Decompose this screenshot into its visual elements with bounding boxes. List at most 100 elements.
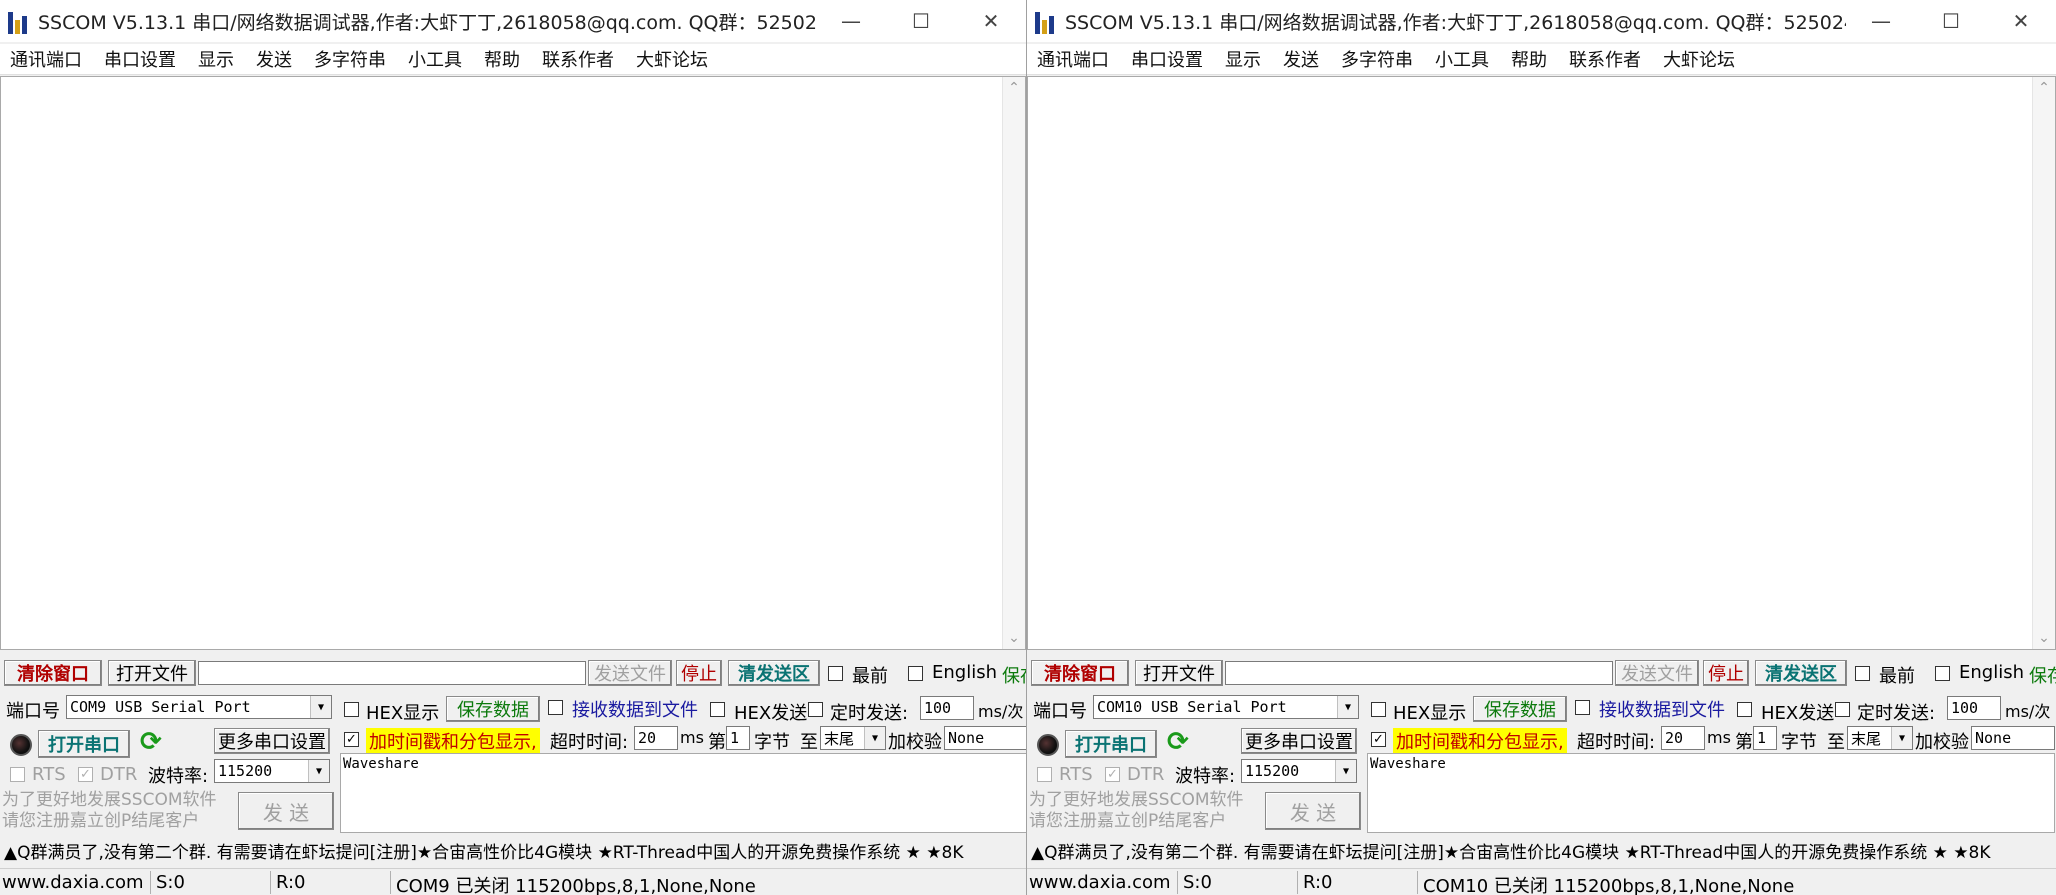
to-select[interactable]: 末尾 ▼: [1847, 726, 1913, 750]
save-config-label[interactable]: 保存: [2029, 662, 2056, 688]
minimize-button[interactable]: —: [1846, 0, 1916, 42]
rts-checkbox[interactable]: [10, 767, 25, 782]
byte-from-input[interactable]: 1: [1753, 726, 1777, 750]
hex-send-checkbox[interactable]: [710, 702, 725, 717]
timeout-input[interactable]: 20: [1661, 726, 1705, 750]
menu-item-forum[interactable]: 大虾论坛: [636, 46, 708, 72]
save-data-button[interactable]: 保存数据: [446, 696, 540, 722]
chevron-down-icon[interactable]: ▼: [1891, 727, 1912, 749]
menu-item-send[interactable]: 发送: [1283, 46, 1319, 72]
send-file-button[interactable]: 发送文件: [588, 660, 672, 686]
menu-item-multi-string[interactable]: 多字符串: [1341, 46, 1413, 72]
stop-button[interactable]: 停止: [1703, 660, 1749, 686]
send-file-button[interactable]: 发送文件: [1615, 660, 1699, 686]
menu-item-display[interactable]: 显示: [198, 46, 234, 72]
menu-item-display[interactable]: 显示: [1225, 46, 1261, 72]
hex-send-checkbox[interactable]: [1737, 702, 1752, 717]
menu-item-serial-settings[interactable]: 串口设置: [104, 46, 176, 72]
checksum-select[interactable]: None: [1971, 726, 2055, 750]
minimize-button[interactable]: —: [816, 0, 886, 42]
menu-item-send[interactable]: 发送: [256, 46, 292, 72]
menu-item-tools[interactable]: 小工具: [1435, 46, 1489, 72]
status-site[interactable]: www.daxia.com: [2, 872, 144, 893]
chevron-down-icon[interactable]: ▼: [1337, 696, 1358, 718]
receive-area[interactable]: ⌃ ⌄: [1027, 76, 2056, 650]
menu-item-contact[interactable]: 联系作者: [542, 46, 614, 72]
english-checkbox[interactable]: [908, 666, 923, 681]
chevron-down-icon[interactable]: ▼: [308, 760, 329, 782]
open-port-button[interactable]: 打开串口: [1065, 730, 1157, 758]
send-interval-input[interactable]: 100: [1947, 696, 2001, 720]
port-select[interactable]: COM9 USB Serial Port ▼: [66, 695, 332, 719]
save-config-label[interactable]: 保存: [1002, 662, 1026, 688]
open-port-button[interactable]: 打开串口: [38, 730, 130, 758]
maximize-button[interactable]: ☐: [1916, 0, 1986, 42]
send-text-area[interactable]: Waveshare: [1367, 753, 2055, 833]
baud-select[interactable]: 115200 ▼: [1241, 759, 1357, 783]
save-data-button[interactable]: 保存数据: [1473, 696, 1567, 722]
menu-item-comm-port[interactable]: 通讯端口: [1037, 46, 1109, 72]
close-button[interactable]: ✕: [1986, 0, 2056, 42]
clear-window-button[interactable]: 清除窗口: [4, 660, 102, 686]
close-button[interactable]: ✕: [956, 0, 1026, 42]
baud-select[interactable]: 115200 ▼: [214, 759, 330, 783]
recv-to-file-checkbox[interactable]: [548, 700, 563, 715]
more-serial-settings-button[interactable]: 更多串口设置: [214, 728, 330, 754]
refresh-icon[interactable]: ⟳: [1167, 727, 1189, 757]
chevron-down-icon[interactable]: ⌄: [1003, 627, 1025, 649]
clear-send-button[interactable]: 清发送区: [1755, 660, 1847, 686]
send-interval-input[interactable]: 100: [920, 696, 974, 720]
rts-checkbox[interactable]: [1037, 767, 1052, 782]
dtr-checkbox[interactable]: ✓: [1105, 767, 1120, 782]
hex-display-checkbox[interactable]: [344, 702, 359, 717]
send-button[interactable]: 发 送: [238, 792, 334, 830]
timestamp-checkbox[interactable]: ✓: [1371, 732, 1386, 747]
timeout-input[interactable]: 20: [634, 726, 678, 750]
chevron-down-icon[interactable]: ▼: [864, 727, 885, 749]
stop-button[interactable]: 停止: [676, 660, 722, 686]
send-button[interactable]: 发 送: [1265, 792, 1361, 830]
menu-item-contact[interactable]: 联系作者: [1569, 46, 1641, 72]
chevron-up-icon[interactable]: ⌃: [1003, 77, 1025, 99]
maximize-button[interactable]: ☐: [886, 0, 956, 42]
receive-scrollbar[interactable]: ⌃ ⌄: [2032, 77, 2055, 649]
menu-item-serial-settings[interactable]: 串口设置: [1131, 46, 1203, 72]
open-file-button[interactable]: 打开文件: [108, 660, 196, 686]
status-site[interactable]: www.daxia.com: [1029, 872, 1171, 893]
hex-display-checkbox[interactable]: [1371, 702, 1386, 717]
chevron-down-icon[interactable]: ⌄: [2033, 627, 2055, 649]
port-select[interactable]: COM10 USB Serial Port ▼: [1093, 695, 1359, 719]
menu-item-forum[interactable]: 大虾论坛: [1663, 46, 1735, 72]
clear-window-button[interactable]: 清除窗口: [1031, 660, 1129, 686]
menu-item-comm-port[interactable]: 通讯端口: [10, 46, 82, 72]
receive-area[interactable]: ⌃ ⌄: [0, 76, 1026, 650]
chevron-down-icon[interactable]: ▼: [1335, 760, 1356, 782]
topmost-checkbox[interactable]: [828, 666, 843, 681]
news-ticker[interactable]: ▲Q群满员了,没有第二个群. 有需要请在虾坛提问[注册]★合宙高性价比4G模块 …: [1027, 838, 2056, 864]
news-ticker[interactable]: ▲Q群满员了,没有第二个群. 有需要请在虾坛提问[注册]★合宙高性价比4G模块 …: [0, 838, 1026, 864]
to-select[interactable]: 末尾 ▼: [820, 726, 886, 750]
timestamp-checkbox[interactable]: ✓: [344, 732, 359, 747]
open-file-button[interactable]: 打开文件: [1135, 660, 1223, 686]
clear-send-button[interactable]: 清发送区: [728, 660, 820, 686]
timed-send-checkbox[interactable]: [808, 702, 823, 717]
menu-item-tools[interactable]: 小工具: [408, 46, 462, 72]
menu-item-help[interactable]: 帮助: [484, 46, 520, 72]
refresh-icon[interactable]: ⟳: [140, 727, 162, 757]
dtr-checkbox[interactable]: ✓: [78, 767, 93, 782]
chevron-down-icon[interactable]: ▼: [310, 696, 331, 718]
menu-item-help[interactable]: 帮助: [1511, 46, 1547, 72]
receive-scrollbar[interactable]: ⌃ ⌄: [1002, 77, 1025, 649]
file-path-input[interactable]: [198, 661, 586, 685]
menu-item-multi-string[interactable]: 多字符串: [314, 46, 386, 72]
recv-to-file-checkbox[interactable]: [1575, 700, 1590, 715]
checksum-select[interactable]: None: [944, 726, 1026, 750]
more-serial-settings-button[interactable]: 更多串口设置: [1241, 728, 1357, 754]
byte-from-input[interactable]: 1: [726, 726, 750, 750]
timed-send-checkbox[interactable]: [1835, 702, 1850, 717]
english-checkbox[interactable]: [1935, 666, 1950, 681]
topmost-checkbox[interactable]: [1855, 666, 1870, 681]
file-path-input[interactable]: [1225, 661, 1613, 685]
chevron-up-icon[interactable]: ⌃: [2033, 77, 2055, 99]
send-text-area[interactable]: Waveshare: [340, 753, 1026, 833]
